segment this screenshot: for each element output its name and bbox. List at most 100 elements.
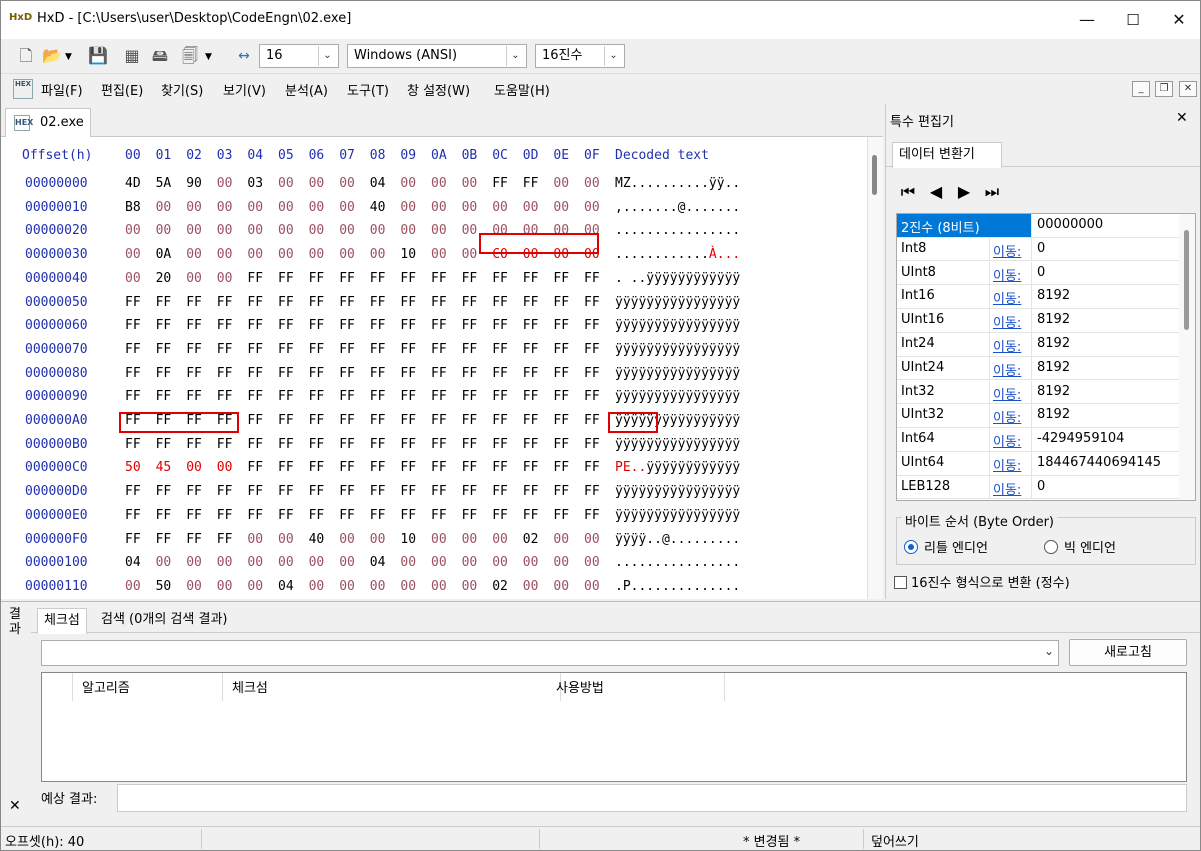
hex-byte[interactable]: FF <box>584 318 606 333</box>
hex-byte[interactable]: FF <box>217 389 239 404</box>
hex-byte[interactable]: FF <box>339 318 361 333</box>
hex-byte[interactable]: 00 <box>431 176 453 191</box>
inspector-row[interactable]: 2진수 (8비트) 00000000 <box>897 214 1179 238</box>
hex-byte[interactable]: FF <box>462 271 484 286</box>
hex-byte[interactable]: 00 <box>492 532 514 547</box>
hex-byte[interactable]: FF <box>462 484 484 499</box>
hex-byte[interactable]: FF <box>370 271 392 286</box>
hex-byte[interactable]: FF <box>431 366 453 381</box>
inspector-value[interactable]: 00000000 <box>1037 217 1179 232</box>
open-folder-icon[interactable]: 📂 <box>41 45 63 67</box>
hex-byte[interactable]: FF <box>431 318 453 333</box>
decoded-text[interactable]: ÿÿÿÿÿÿÿÿÿÿÿÿÿÿÿÿ <box>615 484 740 499</box>
tab-data-inspector[interactable]: 데이터 변환기 <box>892 142 1002 168</box>
decoded-text[interactable]: ÿÿÿÿÿÿÿÿÿÿÿÿÿÿÿÿ <box>615 437 740 452</box>
hex-row[interactable]: 00000030 00 0A 00 00 00 00 00 00 00 10 00 00 C0 00 00 00… <box>1 247 867 266</box>
inspector-value[interactable]: 8192 <box>1037 288 1179 303</box>
hex-byte[interactable]: 00 <box>339 532 361 547</box>
hex-byte[interactable]: FF <box>431 342 453 357</box>
hex-byte[interactable]: FF <box>400 484 422 499</box>
menu-edit[interactable]: 편집(E) <box>101 80 143 99</box>
decoded-text[interactable]: PE..ÿÿÿÿÿÿÿÿÿÿÿÿ <box>615 460 740 475</box>
hex-byte[interactable]: FF <box>400 460 422 475</box>
hex-byte[interactable]: 00 <box>186 200 208 215</box>
hex-byte[interactable]: FF <box>125 366 147 381</box>
hex-byte[interactable]: 00 <box>523 579 545 594</box>
hex-byte[interactable]: FF <box>492 176 514 191</box>
hex-byte[interactable]: FF <box>584 389 606 404</box>
hex-byte[interactable]: FF <box>217 295 239 310</box>
inspector-value[interactable]: 8192 <box>1037 407 1179 422</box>
hex-byte[interactable]: FF <box>247 366 269 381</box>
goto-link[interactable]: 이동: <box>993 407 1021 426</box>
hex-byte[interactable]: 00 <box>125 271 147 286</box>
hex-byte[interactable]: 00 <box>278 532 300 547</box>
data-inspector-grid[interactable]: 2진수 (8비트) 00000000 Int8 이동: 0 UInt8 이동: 0 Int16 이… <box>896 213 1196 501</box>
hex-byte[interactable]: FF <box>247 318 269 333</box>
hex-byte[interactable]: FF <box>339 508 361 523</box>
hex-byte[interactable]: 00 <box>431 555 453 570</box>
hex-byte[interactable]: FF <box>523 437 545 452</box>
column-header-checksum[interactable]: 체크섬 <box>232 677 268 696</box>
disk-icon[interactable]: 🖴 <box>149 45 171 67</box>
hex-byte[interactable]: FF <box>370 437 392 452</box>
inspector-row[interactable]: Int24 이동: 8192 <box>897 333 1179 357</box>
hex-row[interactable]: 000000C0 50 45 00 00 FF FF FF FF FF FF FF FF FF FF FF FF… <box>1 460 867 479</box>
menu-file[interactable]: 파일(F) <box>41 80 83 99</box>
decoded-text[interactable]: ,.......@....... <box>615 200 740 215</box>
hex-byte[interactable]: FF <box>125 508 147 523</box>
hex-byte[interactable]: FF <box>370 484 392 499</box>
hex-byte[interactable]: 00 <box>553 555 575 570</box>
hex-byte[interactable]: FF <box>278 389 300 404</box>
inspector-value[interactable]: 8192 <box>1037 360 1179 375</box>
hex-byte[interactable]: FF <box>217 437 239 452</box>
next-icon[interactable]: ▶ <box>954 182 974 201</box>
decoded-text[interactable]: ÿÿÿÿ..@......... <box>615 532 740 547</box>
inspector-row[interactable]: UInt24 이동: 8192 <box>897 356 1179 381</box>
hex-row[interactable]: 00000070 FF FF FF FF FF FF FF FF FF FF FF FF FF FF FF FF… <box>1 342 867 361</box>
copy-icon[interactable]: ▦ <box>121 45 143 67</box>
hex-byte[interactable]: FF <box>553 413 575 428</box>
hex-byte[interactable]: 00 <box>309 176 331 191</box>
hex-row[interactable]: 000000D0 FF FF FF FF FF FF FF FF FF FF FF FF FF FF FF FF… <box>1 484 867 503</box>
hex-byte[interactable]: 04 <box>370 176 392 191</box>
ram-dropdown-arrow-icon[interactable]: ▼ <box>205 52 212 62</box>
hex-byte[interactable]: FF <box>309 366 331 381</box>
hex-byte[interactable]: FF <box>400 295 422 310</box>
hex-byte[interactable]: 40 <box>370 200 392 215</box>
hex-byte[interactable]: FF <box>400 508 422 523</box>
hex-byte[interactable]: 00 <box>186 555 208 570</box>
hex-byte[interactable]: FF <box>309 295 331 310</box>
hex-byte[interactable]: 00 <box>247 247 269 262</box>
hex-row[interactable]: 00000090 FF FF FF FF FF FF FF FF FF FF FF FF FF FF FF FF… <box>1 389 867 408</box>
decoded-text[interactable]: MZ..........ÿÿ.. <box>615 176 740 191</box>
encoding-select[interactable]: Windows (ANSI) ⌄ <box>347 44 527 68</box>
hex-byte[interactable]: FF <box>339 437 361 452</box>
hex-byte[interactable]: FF <box>370 318 392 333</box>
inspector-value[interactable]: 184467440694145 <box>1037 455 1179 470</box>
hex-byte[interactable]: FF <box>247 437 269 452</box>
hex-byte[interactable]: 00 <box>125 223 147 238</box>
hex-byte[interactable]: FF <box>492 413 514 428</box>
hex-byte[interactable]: FF <box>553 484 575 499</box>
decoded-text[interactable]: ÿÿÿÿÿÿÿÿÿÿÿÿÿÿÿÿ <box>615 318 740 333</box>
decoded-text[interactable]: ÿÿÿÿÿÿÿÿÿÿÿÿÿÿÿÿ <box>615 366 740 381</box>
mdi-restore-icon[interactable]: ❐ <box>1155 81 1173 97</box>
hex-byte[interactable]: 04 <box>125 555 147 570</box>
hex-byte[interactable]: FF <box>492 271 514 286</box>
hex-byte[interactable]: FF <box>339 271 361 286</box>
hex-row[interactable]: 000000E0 FF FF FF FF FF FF FF FF FF FF FF FF FF FF FF FF… <box>1 508 867 527</box>
hex-byte[interactable]: 00 <box>400 579 422 594</box>
hex-byte[interactable]: FF <box>247 389 269 404</box>
hex-convert-checkbox[interactable]: 16진수 형식으로 변환 (정수) <box>894 572 1070 591</box>
hex-byte[interactable]: FF <box>125 342 147 357</box>
hex-byte[interactable]: FF <box>186 318 208 333</box>
decoded-text[interactable]: ................ <box>615 555 740 570</box>
hex-byte[interactable]: FF <box>156 318 178 333</box>
hex-byte[interactable]: 00 <box>309 555 331 570</box>
hex-byte[interactable]: FF <box>309 413 331 428</box>
hex-byte[interactable]: 00 <box>247 579 269 594</box>
hex-byte[interactable]: FF <box>584 342 606 357</box>
last-icon[interactable]: ⏭ <box>982 182 1002 202</box>
hex-byte[interactable]: FF <box>186 342 208 357</box>
